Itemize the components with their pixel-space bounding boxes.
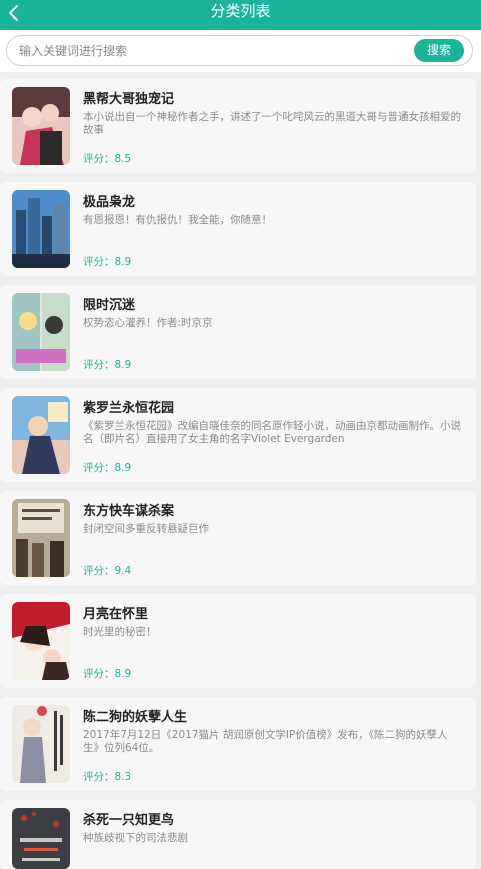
book-cover [12, 190, 70, 268]
book-description: 权势恣心灌养！作者:时京京 [83, 317, 213, 329]
search-button[interactable]: 搜索 [414, 39, 464, 62]
book-cover [12, 499, 70, 577]
book-description: 时光里的秘密！ [83, 626, 157, 638]
book-rating: 评分：8.3 [83, 771, 132, 783]
book-rating: 评分：8.9 [83, 359, 132, 371]
book-cover [12, 808, 70, 869]
book-card[interactable]: 陈二狗的妖孽人生 2017年7月12日《2017猫片 胡润原创文学IP价值榜》发… [0, 697, 476, 791]
book-title: 杀死一只知更鸟 [83, 813, 175, 828]
book-rating: 评分：8.5 [83, 153, 132, 165]
search-box: 搜索 [6, 35, 473, 66]
app-header: 分类列表 [0, 0, 481, 30]
book-title: 限时沉迷 [83, 298, 136, 313]
book-rating: 评分：9.4 [83, 565, 132, 577]
book-description: 种族歧视下的司法悲剧 [83, 832, 188, 844]
book-rating: 评分：8.9 [83, 462, 132, 474]
book-cover [12, 396, 70, 474]
book-cover [12, 87, 70, 165]
book-card[interactable]: 极品枭龙 有恩报恩！有仇报仇！我全能，你随意！ 评分：8.9 [0, 182, 476, 276]
book-title: 极品枭龙 [83, 195, 136, 210]
search-input[interactable] [19, 40, 399, 61]
search-bar: 搜索 [0, 30, 481, 72]
book-cover [12, 705, 70, 783]
book-description: 2017年7月12日《2017猫片 胡润原创文学IP价值榜》发布，《陈二狗的妖孽… [83, 729, 448, 754]
book-card[interactable]: 月亮在怀里 时光里的秘密！ 评分：8.9 [0, 594, 476, 688]
book-card[interactable]: 黑帮大哥独宠记 本小说出自一个神秘作者之手，讲述了一个叱咤风云的黑道大哥与普通女… [0, 79, 476, 173]
book-description: 有恩报恩！有仇报仇！我全能，你随意！ [83, 214, 272, 226]
book-card[interactable]: 限时沉迷 权势恣心灌养！作者:时京京 评分：8.9 [0, 285, 476, 379]
book-title: 陈二狗的妖孽人生 [83, 710, 188, 725]
book-rating: 评分：8.9 [83, 256, 132, 268]
book-card[interactable]: 东方快车谋杀案 封闭空间多重反转悬疑巨作 评分：9.4 [0, 491, 476, 585]
book-rating: 评分：8.9 [83, 668, 132, 680]
page-title: 分类列表 [210, 2, 271, 20]
book-description: 封闭空间多重反转悬疑巨作 [83, 523, 209, 535]
book-cover [12, 602, 70, 680]
book-title: 月亮在怀里 [83, 607, 149, 622]
book-description: 本小说出自一个神秘作者之手，讲述了一个叱咤风云的黑道大哥与普通女孩相爱的故事 [83, 111, 461, 136]
book-title: 黑帮大哥独宠记 [83, 92, 175, 107]
book-description: 《紫罗兰永恒花园》改编自晓佳奈的同名原作轻小说，动画由京都动画制作。小说名（即片… [83, 420, 461, 445]
book-title: 东方快车谋杀案 [83, 504, 175, 519]
book-title: 紫罗兰永恒花园 [83, 401, 175, 416]
book-card[interactable]: 杀死一只知更鸟 种族歧视下的司法悲剧 [0, 800, 476, 869]
book-card[interactable]: 紫罗兰永恒花园 《紫罗兰永恒花园》改编自晓佳奈的同名原作轻小说，动画由京都动画制… [0, 388, 476, 482]
book-cover [12, 293, 70, 371]
